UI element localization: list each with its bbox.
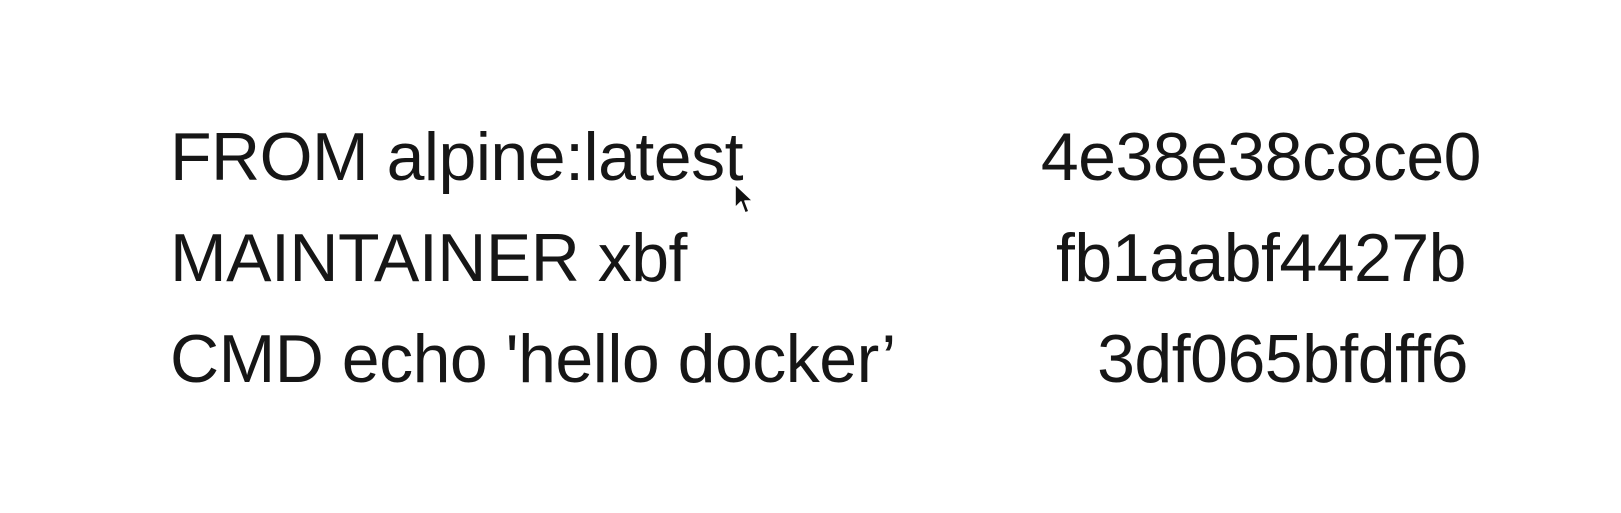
dockerfile-instruction: CMD echo 'hello docker’ — [170, 321, 896, 397]
dockerfile-row: FROM alpine:latest 4e38e38c8ce0 — [0, 112, 1621, 202]
dockerfile-instruction: MAINTAINER xbf — [170, 220, 687, 296]
image-layer-id: 3df065bfdff6 — [1097, 321, 1468, 397]
image-layer-id: fb1aabf4427b — [1056, 220, 1466, 296]
dockerfile-row: MAINTAINER xbf fb1aabf4427b — [0, 213, 1621, 303]
image-layer-id: 4e38e38c8ce0 — [1040, 119, 1482, 195]
dockerfile-layers-slide: FROM alpine:latest 4e38e38c8ce0 MAINTAIN… — [0, 0, 1621, 513]
arrow-cursor-icon — [734, 183, 754, 214]
dockerfile-instruction: FROM alpine:latest — [170, 119, 743, 195]
dockerfile-row: CMD echo 'hello docker’ 3df065bfdff6 — [0, 314, 1621, 404]
